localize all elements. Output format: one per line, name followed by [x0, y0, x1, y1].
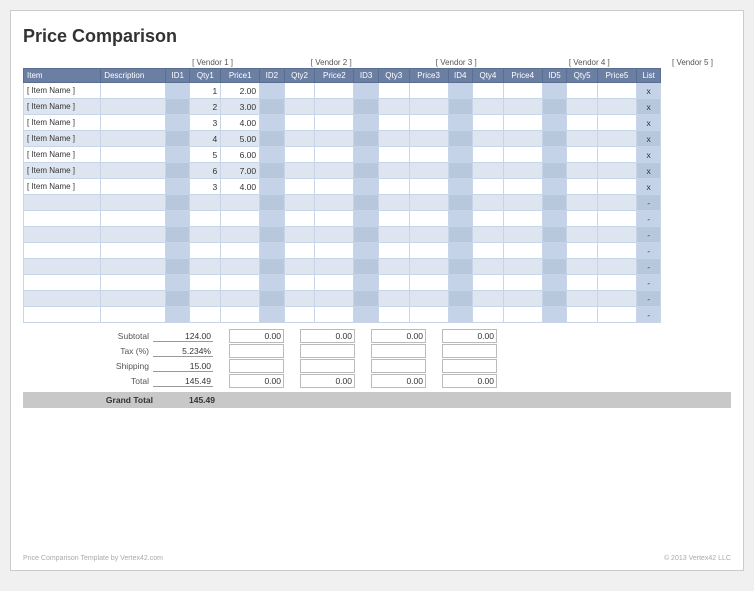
subtotal-v2[interactable]: 0.00: [229, 329, 284, 343]
total-v1: 145.49: [153, 376, 213, 387]
col-id3: ID3: [354, 69, 379, 83]
table-row: [ Item Name ]56.00x: [24, 147, 731, 163]
total-v4[interactable]: 0.00: [371, 374, 426, 388]
col-qty4: Qty4: [473, 69, 504, 83]
total-v2[interactable]: 0.00: [229, 374, 284, 388]
col-list: List: [636, 69, 661, 83]
col-id1: ID1: [165, 69, 190, 83]
tax-v2[interactable]: [229, 344, 284, 358]
total-label: Total: [23, 376, 153, 386]
col-qty5: Qty5: [567, 69, 598, 83]
total-v5[interactable]: 0.00: [442, 374, 497, 388]
table-row: [ Item Name ]67.00x: [24, 163, 731, 179]
total-v3[interactable]: 0.00: [300, 374, 355, 388]
table-row: -: [24, 211, 731, 227]
subtotal-v5[interactable]: 0.00: [442, 329, 497, 343]
col-price1: Price1: [221, 69, 260, 83]
grand-total-label: Grand Total: [27, 395, 157, 405]
vendor-header-row: [ Vendor 1 ] [ Vendor 2 ] [ Vendor 3 ] […: [24, 57, 731, 69]
shipping-v5[interactable]: [442, 359, 497, 373]
shipping-v3[interactable]: [300, 359, 355, 373]
col-id4: ID4: [448, 69, 473, 83]
table-row: [ Item Name ]34.00x: [24, 115, 731, 131]
tax-v4[interactable]: [371, 344, 426, 358]
vendor4-header: [ Vendor 4 ]: [542, 57, 636, 69]
shipping-v2[interactable]: [229, 359, 284, 373]
subtotal-row: Subtotal 124.00 0.00 0.00 0.00 0.00: [23, 329, 731, 343]
tax-v1: 5.234%: [153, 346, 213, 357]
col-qty1: Qty1: [190, 69, 221, 83]
table-row: -: [24, 291, 731, 307]
table-row: [ Item Name ]23.00x: [24, 99, 731, 115]
footer-left: Price Comparison Template by Vertex42.co…: [23, 555, 163, 562]
table-row: -: [24, 227, 731, 243]
grand-total-value: 145.49: [157, 395, 217, 405]
subtotal-v1: 124.00: [153, 331, 213, 342]
col-desc: Description: [101, 69, 166, 83]
table-row: -: [24, 307, 731, 323]
col-price5: Price5: [598, 69, 637, 83]
table-row: [ Item Name ]45.00x: [24, 131, 731, 147]
tax-v5[interactable]: [442, 344, 497, 358]
column-header-row: Item Description ID1 Qty1 Price1 ID2 Qty…: [24, 69, 731, 83]
table-row: -: [24, 243, 731, 259]
shipping-label: Shipping: [23, 361, 153, 371]
table-row: -: [24, 259, 731, 275]
shipping-v1: 15.00: [153, 361, 213, 372]
col-qty2: Qty2: [284, 69, 315, 83]
vendor2-header: [ Vendor 2 ]: [284, 57, 378, 69]
col-id2: ID2: [260, 69, 285, 83]
table-row: -: [24, 275, 731, 291]
vendor5-header: [ Vendor 5 ]: [661, 57, 724, 69]
col-id5: ID5: [542, 69, 567, 83]
shipping-row: Shipping 15.00: [23, 359, 731, 373]
table-row: -: [24, 195, 731, 211]
page-container: Price Comparison [ Vendor 1 ] [ Vendor 2…: [10, 10, 744, 571]
price-comparison-table: [ Vendor 1 ] [ Vendor 2 ] [ Vendor 3 ] […: [23, 57, 731, 323]
subtotal-label: Subtotal: [23, 331, 153, 341]
shipping-v4[interactable]: [371, 359, 426, 373]
tax-row: Tax (%) 5.234%: [23, 344, 731, 358]
col-price4: Price4: [503, 69, 542, 83]
table-row: [ Item Name ]34.00x: [24, 179, 731, 195]
footer-right: © 2013 Vertex42 LLC: [664, 555, 731, 562]
page-title: Price Comparison: [23, 26, 731, 47]
spreadsheet: [ Vendor 1 ] [ Vendor 2 ] [ Vendor 3 ] […: [23, 57, 731, 323]
grand-total-bar: Grand Total 145.49: [23, 392, 731, 408]
summary-section: Subtotal 124.00 0.00 0.00 0.00 0.00 Tax …: [23, 329, 731, 408]
col-price3: Price3: [409, 69, 448, 83]
subtotal-v3[interactable]: 0.00: [300, 329, 355, 343]
subtotal-v4[interactable]: 0.00: [371, 329, 426, 343]
col-price2: Price2: [315, 69, 354, 83]
table-body: [ Item Name ]12.00x[ Item Name ]23.00x[ …: [24, 83, 731, 323]
tax-v3[interactable]: [300, 344, 355, 358]
total-row: Total 145.49 0.00 0.00 0.00 0.00: [23, 374, 731, 388]
vendor3-header: [ Vendor 3 ]: [409, 57, 503, 69]
col-qty3: Qty3: [378, 69, 409, 83]
col-item: Item: [24, 69, 101, 83]
vendor1-header: [ Vendor 1 ]: [165, 57, 259, 69]
tax-label: Tax (%): [23, 346, 153, 356]
table-row: [ Item Name ]12.00x: [24, 83, 731, 99]
